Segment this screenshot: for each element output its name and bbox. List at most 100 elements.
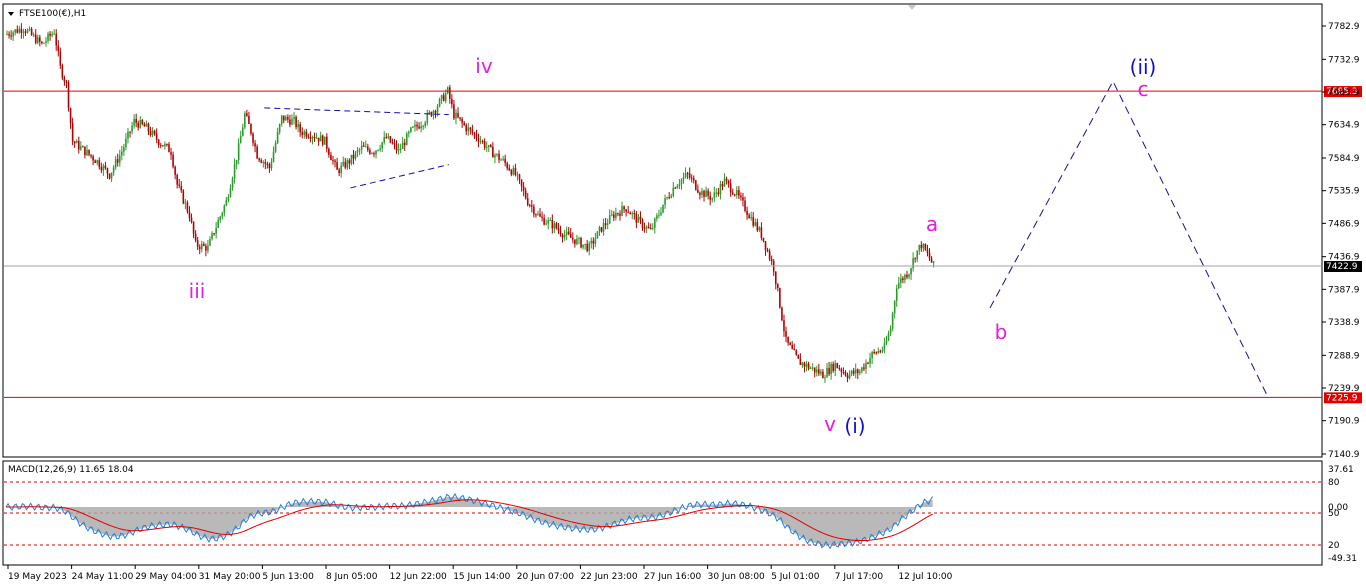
candle-body <box>828 367 830 375</box>
candle-body <box>449 87 451 99</box>
wave-label: (ii) <box>1130 55 1157 79</box>
x-tick-label: 31 May 20:00 <box>199 572 261 582</box>
y-tick-label: 7782.9 <box>1328 22 1360 32</box>
candle-body <box>561 234 564 238</box>
candle-body <box>389 136 392 143</box>
candle-body <box>426 113 429 123</box>
candle-body <box>690 177 693 179</box>
candle-body <box>96 160 99 163</box>
candle-body <box>752 216 755 226</box>
candle-body <box>678 184 681 186</box>
candle-body <box>131 125 133 132</box>
candle-body <box>889 328 892 334</box>
macd-tick-label: 0.00 <box>1328 503 1348 513</box>
candle-body <box>330 154 332 161</box>
candle-body <box>282 115 285 121</box>
candle-body <box>738 190 740 196</box>
candle-body <box>432 111 435 116</box>
candle-body <box>338 169 340 174</box>
y-tick-label: 7486.9 <box>1328 219 1360 229</box>
candle-body <box>422 125 424 127</box>
candle-body <box>6 33 8 35</box>
candle-body <box>139 120 142 128</box>
candle-body <box>137 122 140 128</box>
candle-body <box>274 142 277 152</box>
candle-body <box>654 218 656 228</box>
candle-body <box>305 131 308 137</box>
candle-body <box>20 28 23 33</box>
candle-body <box>379 148 381 150</box>
candle-body <box>471 129 474 133</box>
candle-body <box>47 33 49 41</box>
candle-body <box>590 240 593 244</box>
candle-body <box>754 222 757 226</box>
candle-body <box>537 213 539 215</box>
candle-body <box>469 127 472 130</box>
candle-body <box>619 213 621 216</box>
x-tick-label: 12 Jul 10:00 <box>898 572 952 582</box>
candle-body <box>563 234 566 238</box>
candle-body <box>869 358 871 364</box>
candle-body <box>838 368 841 370</box>
candle-body <box>414 124 416 127</box>
candle-body <box>401 142 404 149</box>
candle-body <box>526 198 529 205</box>
candle-body <box>873 351 875 353</box>
candle-body <box>164 144 166 147</box>
candle-body <box>186 202 189 212</box>
candle-body <box>248 115 250 125</box>
candle-body <box>572 237 574 240</box>
candle-body <box>395 144 398 151</box>
macd-tick-label: -49.31 <box>1328 554 1357 564</box>
candle-body <box>311 136 314 139</box>
candle-body <box>910 268 912 275</box>
wave-label: b <box>995 320 1008 344</box>
candle-body <box>467 127 470 132</box>
candle-body <box>496 153 498 155</box>
candle-body <box>41 41 43 44</box>
candle-body <box>524 190 527 199</box>
candle-body <box>155 133 158 140</box>
candle-body <box>631 212 634 215</box>
x-tick-label: 30 Jun 08:00 <box>708 572 765 582</box>
candle-body <box>10 35 12 37</box>
candle-body <box>174 166 176 175</box>
candle-body <box>707 190 709 196</box>
candle-body <box>196 240 199 247</box>
candle-body <box>924 243 927 250</box>
candle-body <box>832 363 834 371</box>
candle-body <box>578 238 580 240</box>
candle-body <box>863 367 865 369</box>
candle-body <box>442 95 445 101</box>
wave-label: (i) <box>844 414 865 438</box>
candle-body <box>217 220 219 228</box>
candle-body <box>680 179 683 185</box>
candle-body <box>287 116 289 120</box>
candle-body <box>272 151 275 162</box>
candle-body <box>774 271 777 285</box>
candle-body <box>340 165 342 174</box>
candle-body <box>59 51 62 66</box>
candle-body <box>32 34 35 36</box>
candle-body <box>420 126 422 129</box>
candle-body <box>299 124 301 133</box>
candle-body <box>830 363 832 375</box>
level-price-label: 7422.9 <box>1326 262 1358 272</box>
candle-body <box>14 29 17 33</box>
candle-body <box>383 136 386 143</box>
candle-body <box>326 136 328 149</box>
candle-body <box>434 111 437 113</box>
candle-body <box>369 149 371 154</box>
macd-tick-label: 20 <box>1328 541 1340 551</box>
candle-body <box>61 65 64 78</box>
candle-body <box>483 141 486 148</box>
candle-body <box>766 250 769 252</box>
candle-body <box>709 195 711 200</box>
candle-body <box>885 340 888 344</box>
candle-body <box>55 33 58 46</box>
candle-body <box>270 161 273 169</box>
candle-body <box>555 223 558 229</box>
y-tick-label: 7683.9 <box>1328 88 1360 98</box>
candle-body <box>127 131 129 139</box>
candle-body <box>403 142 406 146</box>
